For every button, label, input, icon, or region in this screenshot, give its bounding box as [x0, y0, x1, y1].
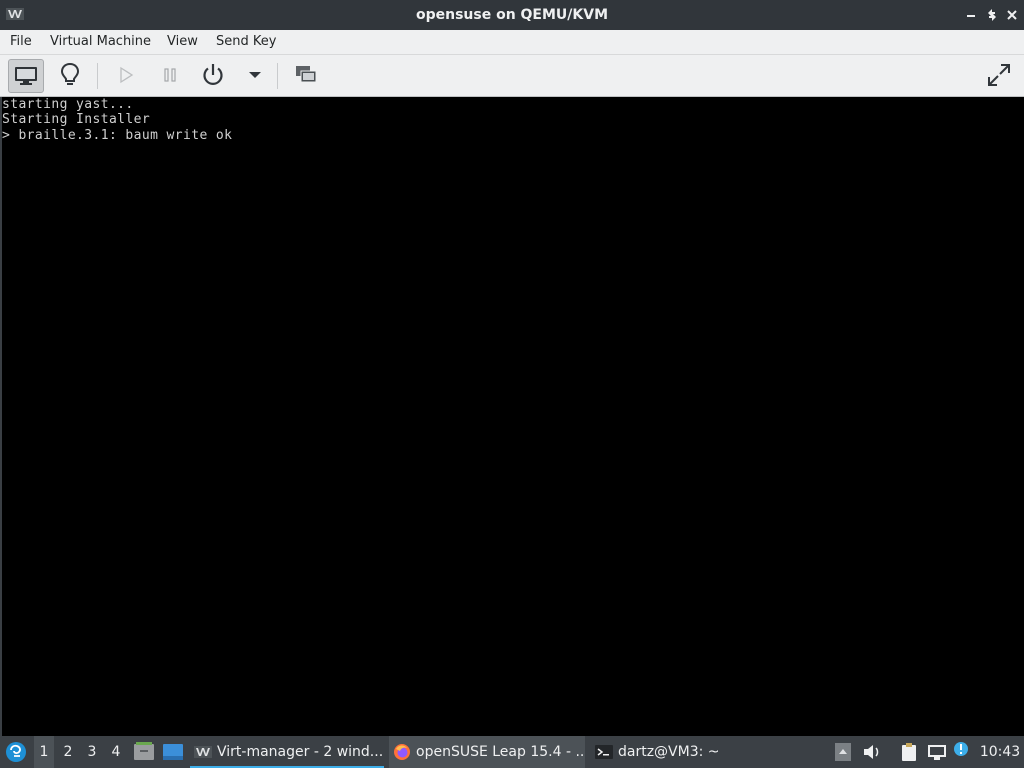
taskbar: 1 2 3 4 Virt-manager - 2 wind... openSUS…: [0, 736, 1024, 768]
monitor-icon: [15, 67, 37, 85]
menu-send-key[interactable]: Send Key: [215, 30, 277, 54]
vm-console-display[interactable]: starting yast... Starting Installer > br…: [0, 97, 1024, 736]
toolbar-separator: [97, 63, 98, 89]
tray-expand-icon[interactable]: [835, 743, 851, 761]
task-label: Virt-manager - 2 wind...: [217, 744, 384, 760]
virt-manager-icon: [194, 746, 212, 758]
restore-icon[interactable]: [985, 8, 999, 22]
clock[interactable]: 10:43: [976, 736, 1024, 768]
toolbar: [0, 55, 1024, 97]
toolbar-separator: [277, 63, 278, 89]
terminal-icon: [595, 745, 613, 759]
run-button[interactable]: [109, 59, 143, 91]
menu-file[interactable]: File: [9, 30, 33, 54]
start-menu-icon[interactable]: [5, 741, 27, 763]
workspace-3[interactable]: 3: [82, 736, 102, 768]
chevron-down-icon: [249, 72, 261, 78]
network-icon[interactable]: [927, 743, 947, 761]
shutdown-menu-button[interactable]: [238, 59, 272, 91]
workspace-2[interactable]: 2: [58, 736, 78, 768]
workspace-1[interactable]: 1: [34, 736, 54, 768]
task-virt-manager[interactable]: Virt-manager - 2 wind...: [190, 736, 384, 768]
fullscreen-button[interactable]: [982, 59, 1016, 91]
window-title: opensuse on QEMU/KVM: [415, 7, 609, 23]
task-firefox[interactable]: openSUSE Leap 15.4 - ...: [389, 736, 585, 768]
console-line: > braille.3.1: baum write ok: [2, 128, 233, 143]
minimize-icon[interactable]: [964, 8, 978, 22]
task-label: dartz@VM3: ~: [618, 744, 720, 760]
power-icon: [203, 64, 223, 85]
shutdown-button[interactable]: [196, 59, 230, 91]
show-desktop-icon[interactable]: [162, 743, 184, 761]
fullscreen-icon: [988, 64, 1010, 86]
lightbulb-icon: [60, 62, 80, 85]
details-view-button[interactable]: [53, 59, 87, 91]
clipboard-icon[interactable]: [900, 742, 918, 762]
close-icon[interactable]: [1005, 8, 1019, 22]
task-terminal[interactable]: dartz@VM3: ~: [591, 736, 781, 768]
console-line: starting yast...: [2, 97, 134, 112]
window-titlebar[interactable]: opensuse on QEMU/KVM: [0, 0, 1024, 30]
menu-virtual-machine[interactable]: Virtual Machine: [49, 30, 152, 54]
console-border: [0, 97, 2, 736]
screenshot-icon: [296, 66, 317, 83]
firefox-icon: [394, 744, 410, 760]
console-view-button[interactable]: [8, 59, 44, 93]
volume-icon[interactable]: [862, 743, 882, 761]
pause-icon: [164, 68, 176, 82]
file-manager-icon[interactable]: [133, 742, 155, 762]
menu-bar: File Virtual Machine View Send Key: [0, 30, 1024, 55]
play-icon: [120, 66, 134, 84]
menu-view[interactable]: View: [166, 30, 199, 54]
screenshot-button[interactable]: [289, 59, 323, 91]
task-label: openSUSE Leap 15.4 - ...: [416, 744, 585, 760]
workspace-4[interactable]: 4: [106, 736, 126, 768]
console-line: Starting Installer: [2, 112, 151, 127]
updates-icon[interactable]: [953, 741, 969, 761]
pause-button[interactable]: [153, 59, 187, 91]
